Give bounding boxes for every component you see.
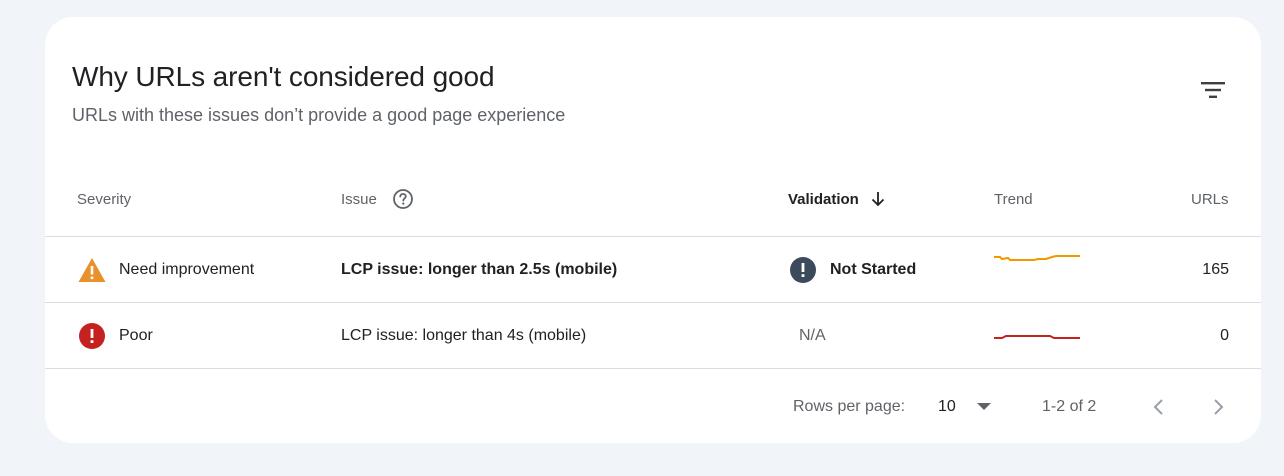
rows-per-page-value: 10 [938,398,956,415]
column-header-trend[interactable]: Trend [994,189,1033,209]
pagination: Rows per page: 10 1-2 of 2 [45,387,1261,427]
trend-cell [994,237,1082,303]
previous-page-button[interactable] [1147,387,1171,427]
urls-count: 165 [1202,261,1229,278]
issue-cell: LCP issue: longer than 4s (mobile) [341,327,587,344]
card-title: Why URLs aren't considered good [72,61,495,92]
trend-cell [994,303,1082,369]
card-subtitle: URLs with these issues don’t provide a g… [72,105,566,125]
column-header-urls[interactable]: URLs [1191,189,1229,209]
column-header-validation[interactable]: Validation [788,189,885,209]
exclamation-icon [789,256,817,284]
trend-sparkline [994,335,1080,339]
chevron-left-icon [1153,399,1163,415]
severity-label: Poor [119,327,153,344]
chevron-right-icon [1214,399,1224,415]
trend-sparkline [994,255,1080,261]
column-header-validation-label: Validation [788,190,859,208]
validation-cell: Not Started [789,237,916,303]
filter-icon [1201,82,1225,98]
next-page-button[interactable] [1206,387,1230,427]
rows-per-page-select[interactable]: 10 [938,387,992,427]
rows-per-page-label: Rows per page: [793,398,906,415]
severity-label: Need improvement [119,261,255,278]
urls-count: 0 [1220,327,1229,344]
column-header-severity[interactable]: Severity [77,189,131,209]
column-header-issue-label: Issue [341,190,377,208]
page-range: 1-2 of 2 [1042,398,1097,415]
arrow-down-icon [871,191,885,207]
issues-card: Why URLs aren't considered good URLs wit… [45,17,1261,443]
chevron-down-icon [976,402,992,412]
severity-cell: Poor [77,303,153,369]
table-row[interactable]: Need improvement LCP issue: longer than … [45,237,1261,303]
help-icon[interactable] [392,188,414,210]
warning-icon [77,256,107,284]
table-header: Severity Issue Validation Trend URLs [45,175,1261,237]
column-header-issue[interactable]: Issue [341,189,414,209]
table-row[interactable]: Poor LCP issue: longer than 4s (mobile) … [45,303,1261,369]
validation-status: Not Started [830,261,917,278]
validation-status: N/A [799,327,826,344]
issue-cell: LCP issue: longer than 2.5s (mobile) [341,261,618,278]
filter-button[interactable] [1193,72,1233,108]
error-icon [77,322,107,350]
severity-cell: Need improvement [77,237,254,303]
